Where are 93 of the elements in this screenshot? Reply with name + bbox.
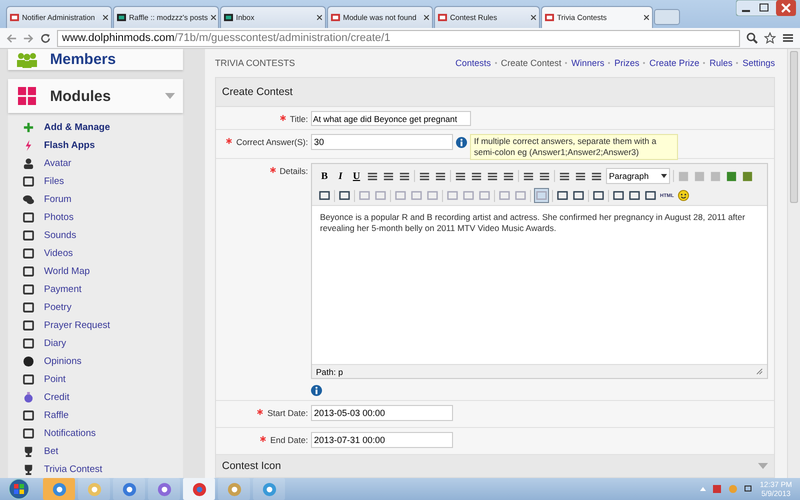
favicon-icon (545, 13, 554, 22)
close-icon[interactable] (531, 15, 536, 20)
window-controls-icon[interactable] (736, 0, 796, 16)
field-label: Start Date: (267, 408, 308, 418)
sidebar-item[interactable]: World Map (23, 262, 183, 280)
sidebar-item[interactable]: Flash Apps (23, 136, 183, 154)
sidebar-item[interactable]: Photos (23, 208, 183, 226)
address-field[interactable]: www.dolphinmods.com/71b/m/guesscontest/administration/create/1 (57, 30, 740, 46)
taskbar-app[interactable] (43, 478, 75, 500)
section-title: Contest Icon (222, 460, 281, 472)
format-button[interactable]: B (318, 170, 331, 182)
plus-icon (23, 122, 34, 132)
editor-content[interactable]: Beyonce is a popular R and B recording artist and actress. She confirmed her pregnancy in August 28, 2011 after revealing her 5-month belly on 2011 MTV Video Music Awards. (312, 205, 767, 364)
modules-header[interactable]: Modules (8, 79, 183, 113)
reload-icon[interactable] (40, 32, 51, 44)
nav-link[interactable]: Contests (455, 58, 491, 68)
sidebar-item[interactable]: Videos (23, 244, 183, 262)
required-icon (280, 115, 286, 121)
forward-icon[interactable] (23, 32, 34, 44)
taskbar-app[interactable] (113, 478, 145, 500)
section-header[interactable]: Contest Icon (216, 455, 774, 477)
nav-link[interactable]: Settings (742, 58, 775, 68)
info-icon[interactable] (456, 137, 467, 148)
sidebar-item[interactable]: Raffle (23, 406, 183, 424)
zoom-icon[interactable] (746, 32, 758, 44)
answer-field[interactable]: 30 (311, 134, 453, 150)
sidebar-item[interactable]: Bet (23, 442, 183, 460)
sidebar-item[interactable]: Add & Manage (23, 118, 183, 136)
hint-tooltip: If multiple correct answers, separate them with a semi-colon eg (Answer1;Answer2;Answer3) (470, 134, 678, 160)
nav-link[interactable]: Create Contest (500, 58, 562, 68)
scrollbar-thumb[interactable] (790, 51, 798, 203)
nav-link[interactable]: Create Prize (649, 58, 700, 68)
nav-link[interactable]: Rules (709, 58, 732, 68)
close-icon[interactable] (424, 15, 429, 20)
sidebar-item[interactable]: Diary (23, 334, 183, 352)
close-icon[interactable] (210, 15, 216, 20)
sidebar-item[interactable]: Opinions (23, 352, 183, 370)
person-icon (23, 158, 34, 168)
favicon-icon (117, 13, 126, 22)
format-button[interactable]: U (350, 170, 363, 182)
required-icon (257, 409, 264, 415)
path-label: Path: p (316, 366, 343, 376)
lightning-icon (23, 140, 34, 150)
format-button[interactable]: I (334, 170, 347, 182)
sidebar-item[interactable]: Poetry (23, 298, 183, 316)
sidebar-item[interactable]: Avatar (23, 154, 183, 172)
members-title: Members (50, 51, 116, 68)
favicon-icon (224, 13, 233, 22)
favicon-icon (331, 13, 340, 22)
field-label: End Date: (270, 435, 308, 445)
start-date-field[interactable]: 2013-05-03 00:00 (311, 405, 453, 421)
info-icon[interactable] (311, 385, 322, 396)
sidebar-item[interactable]: Payment (23, 280, 183, 298)
format-dropdown[interactable]: Paragraph (606, 168, 670, 184)
sidebar-item[interactable]: Notifications (23, 424, 183, 442)
page-title: TRIVIA CONTESTS (215, 58, 296, 68)
taskbar-app[interactable] (148, 478, 180, 500)
people-icon (16, 50, 38, 68)
end-date-field[interactable]: 2013-07-31 00:00 (311, 432, 453, 448)
close-icon[interactable] (103, 15, 108, 20)
taskbar-app[interactable] (183, 478, 215, 500)
details-text: Beyonce is a popular R and B recording artist and actress. She confirmed her pregnancy in August 28, 2011 after revealing her 5-month belly on 2011 MTV Video Music Awards. (320, 212, 746, 234)
field-label: Title: (290, 114, 308, 124)
required-icon (260, 436, 266, 442)
sidebar-item[interactable]: Files (23, 172, 183, 190)
required-icon (270, 167, 276, 173)
modules-title: Modules (50, 88, 111, 104)
favicon-icon (10, 13, 19, 22)
close-icon[interactable] (317, 15, 322, 20)
sidebar-item[interactable]: Trivia Contest (23, 460, 183, 478)
sidebar-item[interactable]: Sounds (23, 226, 183, 244)
form-title: Create Contest (222, 86, 293, 98)
scrollbar[interactable] (787, 49, 800, 478)
caret-icon[interactable] (661, 174, 667, 178)
nav-link[interactable]: Prizes (614, 58, 640, 68)
field-label: Correct Answer(S): (236, 137, 308, 147)
sidebar-item[interactable]: Prayer Request (23, 316, 183, 334)
close-icon[interactable] (644, 15, 649, 20)
speech-bubbles-icon (23, 194, 34, 204)
sidebar-item[interactable]: Point (23, 370, 183, 388)
smiley-icon[interactable] (676, 189, 690, 202)
taskbar-app[interactable] (253, 478, 285, 500)
field-label: Details: (280, 166, 308, 176)
sidebar-item[interactable]: Forum (23, 190, 183, 208)
back-icon[interactable] (6, 32, 17, 44)
sidebar-item[interactable]: Credit (23, 388, 183, 406)
favicon-icon (438, 13, 447, 22)
resize-grip-icon[interactable] (756, 368, 763, 375)
title-field[interactable]: At what age did Beyonce get pregnant (311, 111, 471, 126)
menu-icon[interactable] (782, 32, 794, 44)
star-icon[interactable] (764, 32, 776, 44)
required-icon (226, 138, 232, 144)
nav-link[interactable]: Winners (571, 58, 604, 68)
